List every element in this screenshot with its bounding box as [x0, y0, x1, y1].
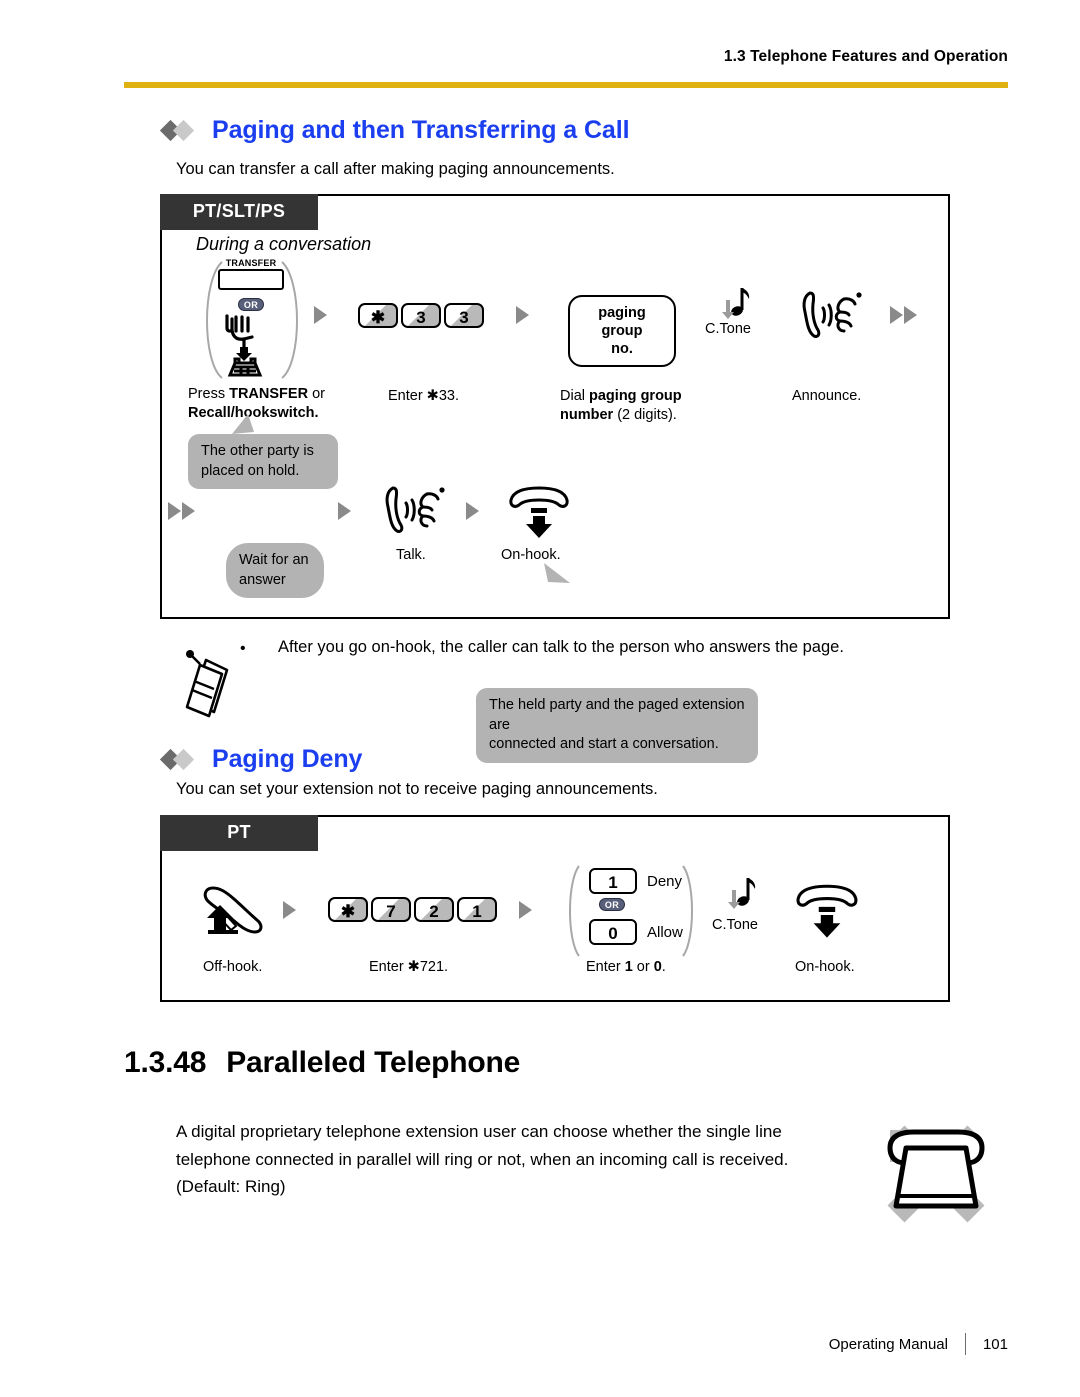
ctone-label: C.Tone	[705, 321, 751, 337]
transfer-softkey-box	[218, 269, 284, 290]
feature-description: You can transfer a call after making pag…	[176, 160, 615, 178]
note-bullet-text: After you go on-hook, the caller can tal…	[278, 638, 844, 656]
announce-label: Announce.	[792, 388, 862, 404]
pill-wait-for-answer: Wait for an answer	[226, 543, 324, 599]
key-3-b[interactable]: 3	[444, 303, 484, 328]
note-pad-icon	[178, 648, 240, 720]
enter-choice-suffix: .	[661, 959, 666, 975]
footer-manual-name: Operating Manual	[828, 1335, 948, 1353]
dial-prefix: Dial	[560, 388, 590, 404]
step-transfer-or-hookswitch-group: TRANSFER OR	[196, 258, 308, 380]
callout-other-party-hold-tail	[228, 414, 258, 434]
footer-page-number: 101	[982, 1335, 1008, 1353]
flow-arrow-row2-start	[168, 502, 195, 520]
section-title: Paralleled Telephone	[226, 1046, 521, 1079]
on-hook-icon	[505, 486, 575, 542]
diamond-bullet-icon	[159, 119, 203, 141]
or-badge-2: OR	[599, 898, 625, 911]
keypad-721[interactable]: ✱ 7 2 1	[328, 897, 500, 922]
callout-hold-line1: The other party is	[201, 443, 314, 459]
deny-allow-choice-group: 1 Deny OR 0 Allow	[565, 862, 697, 960]
key-7[interactable]: 7	[371, 897, 411, 922]
callout-connected-tail	[540, 563, 574, 583]
flow-arrow-2	[516, 306, 529, 324]
announce-talk-icon	[800, 290, 870, 340]
enter-choice-mid: or	[632, 959, 654, 975]
flow-arrow-3	[338, 502, 351, 520]
off-hook-icon	[200, 884, 276, 936]
off-hook-label: Off-hook.	[203, 959, 263, 975]
ctone-label-2: C.Tone	[712, 917, 758, 933]
step-label-dial-paging-group: Dial paging group number (2 digits).	[560, 387, 720, 425]
confirmation-tone-icon	[718, 286, 752, 324]
flow-arrow-wrap-right	[890, 306, 917, 324]
section-body-line3: (Default: Ring)	[176, 1177, 286, 1197]
transfer-softkey-label: TRANSFER	[225, 258, 277, 268]
key-asterisk[interactable]: ✱	[358, 303, 398, 328]
section-body-line1: A digital proprietary telephone extensio…	[176, 1122, 782, 1141]
on-hook-icon-2	[792, 884, 864, 942]
paralleled-telephone-disabled-icon	[872, 1118, 1004, 1240]
key-1[interactable]: 1	[457, 897, 497, 922]
page-header-chapter-title: 1.3 Telephone Features and Operation	[723, 48, 1008, 65]
flow-arrow-4	[466, 502, 479, 520]
page-footer: Operating Manual 101	[829, 1333, 1008, 1355]
feature-title-2: Paging Deny	[212, 745, 363, 773]
hookswitch-press-icon	[222, 313, 284, 379]
callout-held-party-connected: The held party and the paged extension a…	[476, 688, 758, 763]
key-allow-0[interactable]: 0	[589, 919, 637, 945]
phone-type-badge-2: PT	[160, 815, 318, 851]
deny-text: Deny	[647, 872, 683, 890]
or-badge: OR	[238, 298, 264, 311]
feature-heading-paging-transfer: Paging and then Transferring a Call	[159, 116, 630, 145]
section-body-text: A digital proprietary telephone extensio…	[176, 1118, 836, 1201]
step-label-enter-1-or-0: Enter 1 or 0.	[586, 958, 666, 977]
key-3-a[interactable]: 3	[401, 303, 441, 328]
footer-separator	[964, 1333, 966, 1355]
enter-choice-prefix: Enter	[586, 959, 625, 975]
wait-line1: Wait for an	[239, 552, 309, 569]
step-label-press-transfer: Press TRANSFER or Recall/hookswitch.	[188, 385, 378, 423]
flow-arrow-1	[314, 306, 327, 324]
step-label-enter-33: Enter ✱33.	[388, 388, 459, 404]
header-rule	[124, 82, 1008, 88]
callout-hold-line2: placed on hold.	[201, 462, 300, 479]
callout-connected-line1: The held party and the paged extension a…	[489, 697, 745, 733]
callout-other-party-hold: The other party is placed on hold.	[188, 434, 338, 490]
section-heading-paralleled-telephone: 1.3.48 Paralleled Telephone	[124, 1046, 520, 1080]
press-prefix: Press	[188, 386, 230, 402]
flow-arrow-deny-2	[519, 901, 532, 919]
feature-description-2: You can set your extension not to receiv…	[176, 780, 658, 798]
talk-label: Talk.	[396, 547, 426, 563]
dial-suffix: (2 digits).	[613, 407, 677, 424]
paging-group-no-field[interactable]: paging group no.	[568, 295, 676, 368]
talk-icon	[383, 484, 453, 536]
section-body-line2: telephone connected in parallel will rin…	[176, 1149, 789, 1169]
phone-type-badge: PT/SLT/PS	[160, 194, 318, 230]
feature-title: Paging and then Transferring a Call	[212, 116, 630, 144]
key-deny-1[interactable]: 1	[589, 868, 637, 894]
feature-heading-paging-deny: Paging Deny	[159, 745, 363, 774]
paging-group-line2: no.	[611, 341, 633, 358]
section-number: 1.3.48	[124, 1046, 207, 1079]
note-bullet-dot: •	[240, 640, 246, 657]
key-asterisk-2[interactable]: ✱	[328, 897, 368, 922]
press-suffix: or	[308, 386, 325, 402]
enter-choice-b: 0	[653, 959, 662, 975]
diamond-bullet-icon-2	[159, 748, 203, 770]
wait-line2: answer	[239, 571, 286, 588]
diagram-caption-during-conversation: During a conversation	[196, 234, 372, 254]
key-2[interactable]: 2	[414, 897, 454, 922]
confirmation-tone-icon-2	[724, 876, 758, 914]
on-hook-label-2: On-hook.	[795, 959, 855, 975]
callout-connected-line2: connected and start a conversation.	[489, 736, 719, 753]
allow-text: Allow	[647, 923, 683, 941]
transfer-word: TRANSFER	[229, 386, 309, 402]
transfer-softkey[interactable]: TRANSFER	[218, 258, 284, 290]
paging-group-line1: paging group	[598, 305, 646, 340]
step-label-enter-721: Enter ✱721.	[369, 959, 449, 975]
flow-arrow-deny-1	[283, 901, 296, 919]
keypad-33[interactable]: ✱ 3 3	[358, 303, 487, 328]
enter-choice-a: 1	[624, 959, 633, 975]
